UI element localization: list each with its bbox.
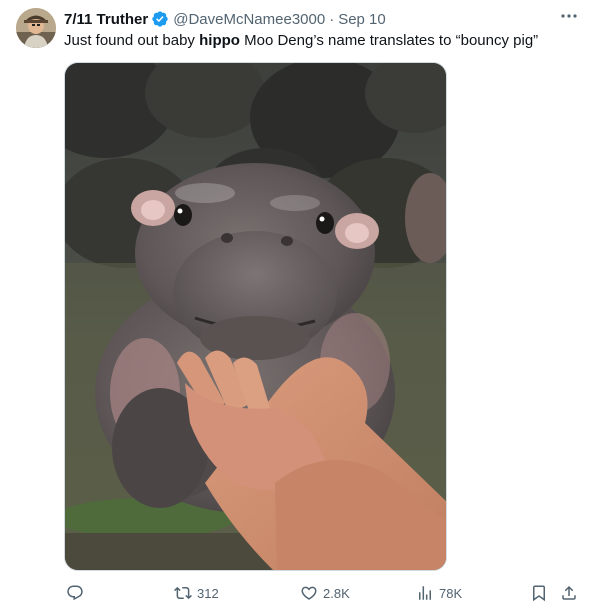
hippo-photo-image (65, 63, 446, 570)
like-count: 2.8K (323, 585, 350, 601)
views-count: 78K (439, 585, 463, 601)
views-chart-icon (419, 586, 431, 600)
separator-dot: · (329, 10, 335, 28)
views-button[interactable]: 78K (416, 582, 462, 604)
tweet-text-bold: hippo (199, 32, 240, 49)
tweet-text-after: Moo Deng’s name translates to “bouncy pi… (239, 32, 539, 49)
reply-icon (67, 585, 83, 601)
bookmark-icon (533, 585, 545, 602)
tweet-text: Just found out baby hippo Moo Deng’s nam… (64, 31, 579, 51)
avatar[interactable] (16, 8, 56, 48)
bookmark-button[interactable] (530, 582, 548, 604)
repost-icon (174, 586, 192, 600)
user-handle[interactable]: @DaveMcNamee3000 (173, 11, 325, 28)
display-name[interactable]: 7/11 Truther (64, 11, 148, 28)
tweet-header: 7/11 Truther @DaveMcNamee3000 · Sep 10 (64, 9, 559, 29)
avatar-image (16, 8, 56, 48)
tweet-photo[interactable] (64, 62, 447, 571)
reply-button[interactable] (66, 582, 89, 604)
more-options-icon[interactable] (559, 8, 579, 24)
tweet-text-before: Just found out baby (64, 32, 200, 49)
share-icon (562, 585, 576, 600)
verified-badge-icon[interactable] (151, 10, 169, 28)
repost-count: 312 (197, 585, 219, 601)
repost-button[interactable]: 312 (174, 582, 219, 604)
share-button[interactable] (560, 582, 578, 604)
tweet-date[interactable]: Sep 10 (338, 11, 386, 28)
tweet-actions: 312 2.8K 78K (64, 582, 583, 604)
like-button[interactable]: 2.8K (300, 582, 350, 604)
heart-icon (301, 586, 317, 600)
